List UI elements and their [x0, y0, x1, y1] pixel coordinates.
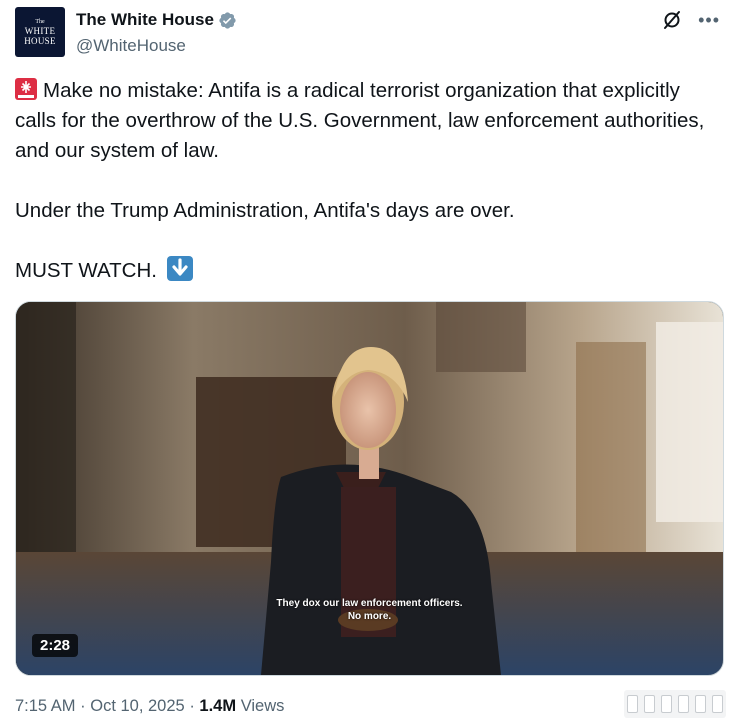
- tweet-paragraph-1: Make no mistake: Antifa is a radical ter…: [15, 76, 715, 166]
- meta-separator: ·: [189, 697, 195, 715]
- avatar-text-house: HOUSE: [24, 35, 56, 46]
- tweet-line-1: Make no mistake: Antifa is a radical ter…: [15, 79, 705, 162]
- tweet-time[interactable]: 7:15 AM: [15, 697, 76, 715]
- placeholder-block: [712, 695, 723, 713]
- watermark-placeholder: [624, 690, 726, 718]
- tweet-paragraph-3: MUST WATCH.: [15, 256, 715, 286]
- views-count: 1.4M: [199, 697, 237, 715]
- avatar[interactable]: The WHITE HOUSE: [15, 7, 65, 57]
- placeholder-block: [695, 695, 706, 713]
- views-label: Views: [240, 697, 285, 715]
- video-subtitle: They dox our law enforcement officers. N…: [16, 597, 723, 623]
- grok-icon[interactable]: [662, 10, 682, 30]
- meta-separator: ·: [80, 697, 86, 715]
- author-name-row[interactable]: The White House: [76, 10, 237, 30]
- subtitle-line-1: They dox our law enforcement officers.: [276, 598, 463, 609]
- author-name[interactable]: The White House: [76, 10, 214, 30]
- video-duration-badge: 2:28: [32, 634, 79, 657]
- avatar-text-white: WHITE: [24, 25, 56, 36]
- tweet-date[interactable]: Oct 10, 2025: [90, 697, 184, 715]
- author-handle[interactable]: @WhiteHouse: [76, 36, 186, 56]
- tweet-meta: 7:15 AM · Oct 10, 2025 · 1.4M Views: [15, 697, 284, 716]
- tweet-line-3: MUST WATCH.: [15, 259, 157, 282]
- siren-emoji-icon: [15, 78, 37, 100]
- verified-badge-icon: [218, 11, 237, 30]
- placeholder-block: [644, 695, 655, 713]
- placeholder-block: [678, 695, 689, 713]
- down-arrow-emoji-icon: [166, 256, 193, 281]
- tweet-text: Make no mistake: Antifa is a radical ter…: [15, 76, 715, 286]
- placeholder-block: [661, 695, 672, 713]
- video-player[interactable]: They dox our law enforcement officers. N…: [15, 301, 724, 676]
- tweet-actions-top: •••: [662, 10, 720, 30]
- placeholder-block: [627, 695, 638, 713]
- tweet-line-2: Under the Trump Administration, Antifa's…: [15, 199, 515, 222]
- more-icon[interactable]: •••: [698, 10, 720, 30]
- avatar-text-the: The: [35, 18, 45, 25]
- subtitle-line-2: No more.: [347, 611, 392, 622]
